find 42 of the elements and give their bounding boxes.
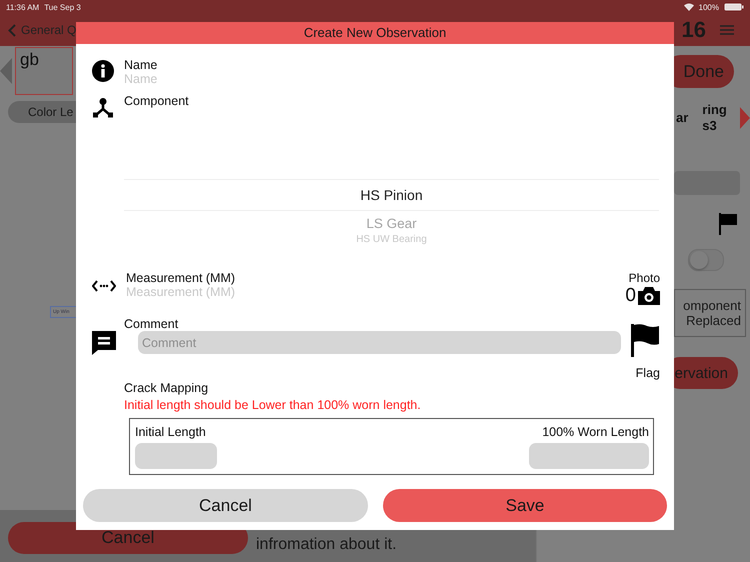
nav-count: 16 bbox=[682, 17, 706, 43]
chevron-icon bbox=[8, 24, 16, 36]
right-arrow-icon[interactable] bbox=[740, 106, 750, 129]
info-text: infromation about it. bbox=[256, 536, 397, 554]
tab-label[interactable]: ring s3 bbox=[702, 102, 732, 134]
comment-label: Comment bbox=[124, 317, 180, 331]
picker-option[interactable]: HS Pinion bbox=[124, 179, 659, 211]
flag-icon[interactable] bbox=[630, 324, 659, 357]
crack-mapping-label: Crack Mapping bbox=[124, 381, 210, 395]
component-replaced-button[interactable]: omponent Replaced bbox=[674, 289, 746, 338]
status-date: Tue Sep 3 bbox=[44, 2, 81, 12]
error-message: Initial length should be Lower than 100% worn length. bbox=[124, 398, 422, 412]
component-label: Component bbox=[124, 94, 189, 110]
worn-length-field[interactable] bbox=[529, 443, 649, 469]
worn-length-label: 100% Worn Length bbox=[542, 425, 649, 439]
comment-field[interactable]: Comment bbox=[138, 331, 621, 354]
initial-length-label: Initial Length bbox=[135, 425, 207, 439]
measurement-label: Measurement (MM) bbox=[126, 271, 236, 285]
comment-icon bbox=[92, 331, 116, 355]
info-icon bbox=[92, 60, 114, 82]
input-field[interactable] bbox=[674, 171, 740, 196]
photo-count: 0 bbox=[625, 285, 636, 307]
branch-icon bbox=[92, 98, 114, 118]
text-field[interactable]: gb bbox=[15, 47, 73, 95]
initial-length-field[interactable] bbox=[135, 443, 217, 469]
wifi-icon bbox=[684, 3, 694, 11]
tab-label[interactable]: ar bbox=[676, 110, 688, 126]
battery-percent: 100% bbox=[698, 2, 719, 12]
name-label: Name bbox=[124, 58, 158, 72]
menu-icon[interactable] bbox=[720, 25, 734, 35]
flag-label: Flag bbox=[636, 366, 660, 380]
cancel-button[interactable]: Cancel bbox=[83, 489, 368, 522]
status-time: 11:36 AM bbox=[6, 2, 40, 12]
photo-label: Photo bbox=[628, 271, 660, 285]
toggle-switch[interactable] bbox=[688, 249, 724, 272]
save-button[interactable]: Save bbox=[383, 489, 667, 522]
picker-option[interactable]: LS Gear bbox=[124, 211, 659, 233]
camera-icon[interactable] bbox=[638, 287, 660, 305]
left-arrow-icon[interactable] bbox=[0, 58, 12, 84]
code-icon bbox=[92, 280, 116, 292]
dialog-title: Create New Observation bbox=[76, 22, 674, 44]
battery-icon bbox=[724, 3, 744, 11]
